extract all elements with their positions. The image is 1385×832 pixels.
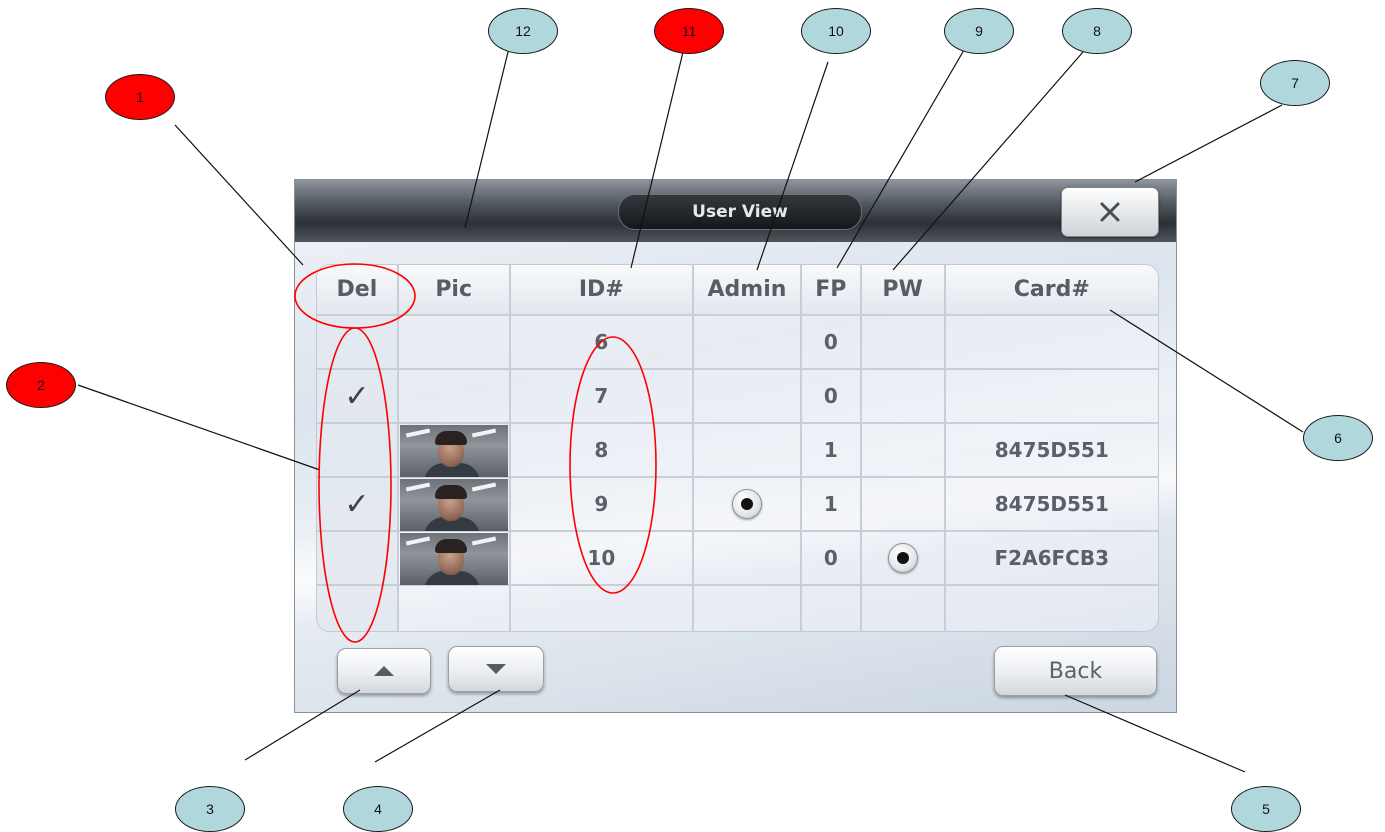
scroll-down-button[interactable] [448,646,544,692]
user-photo [399,533,508,585]
card-number-cell [945,316,1158,370]
del-checkbox-cell[interactable] [317,316,399,370]
table-row[interactable]: ✓ 7 0 [317,370,1158,424]
callout-9: 9 [944,8,1014,54]
card-number-cell: F2A6FCB3 [945,532,1158,586]
callout-6: 6 [1303,415,1373,461]
header-pw[interactable]: PW [861,265,946,316]
window-title: User View [618,194,862,230]
admin-cell [694,532,802,586]
table-row[interactable]: 60 [317,316,1158,370]
del-checkbox-cell[interactable]: ✓ [317,478,399,532]
password-cell [861,478,946,532]
del-checkbox-cell[interactable] [317,532,399,586]
admin-cell [694,370,802,424]
checkmark-icon: ✓ [344,486,370,522]
user-id-cell: 7 [510,370,695,424]
password-cell [861,424,946,478]
header-fp[interactable]: FP [801,265,862,316]
admin-cell [694,586,802,631]
card-number-cell: 8475D551 [945,478,1158,532]
close-icon [1100,202,1120,222]
user-photo [399,479,508,531]
user-photo-cell [398,424,511,478]
checkmark-icon: ✓ [344,378,370,414]
arrow-up-icon [374,666,394,676]
leader-line-2 [77,384,321,471]
card-number-cell [945,370,1158,424]
user-id-cell: 10 [510,532,695,586]
leader-line-1 [174,124,304,266]
user-photo-cell [398,316,511,370]
user-id-cell: 6 [510,316,695,370]
del-checkbox-cell[interactable] [317,424,399,478]
user-id-cell: 8 [510,424,695,478]
admin-cell [694,424,802,478]
admin-cell [694,316,802,370]
user-photo-cell [398,532,511,586]
user-id-cell [511,586,695,631]
callout-11: 11 [654,8,724,54]
fingerprint-count-cell: 1 [801,424,862,478]
header-card[interactable]: Card# [945,265,1158,316]
user-table: Del Pic ID# Admin FP PW Card# 6 0 ✓ 7 0 8 1 847… [316,264,1159,632]
card-number-cell: 8475D551 [945,424,1158,478]
header-admin[interactable]: Admin [694,265,802,316]
callout-2: 2 [6,362,76,408]
password-cell [861,532,946,586]
password-indicator-icon [887,543,918,573]
arrow-down-icon [486,664,506,674]
table-row[interactable] [317,586,1158,631]
fingerprint-count-cell: 0 [801,532,862,586]
table-row[interactable]: 10 0 F2A6FCB3 [317,532,1158,586]
callout-7: 7 [1260,60,1330,106]
user-photo [399,425,508,477]
back-button[interactable]: Back [994,646,1157,696]
fingerprint-count-cell [802,586,862,631]
del-checkbox-cell[interactable] [317,586,399,631]
fingerprint-count-cell: 0 [801,316,862,370]
fingerprint-count-cell: 0 [801,370,862,424]
callout-3: 3 [175,786,245,832]
callout-1: 1 [105,74,175,120]
leader-line-7 [1134,104,1283,183]
admin-indicator-icon [731,489,762,519]
header-id[interactable]: ID# [510,265,695,316]
callout-8: 8 [1062,8,1132,54]
callout-12: 12 [488,8,558,54]
scroll-up-button[interactable] [337,648,431,694]
header-del[interactable]: Del [317,265,399,316]
password-cell [861,370,946,424]
table-row[interactable]: ✓ 9 1 8475D551 [317,478,1158,532]
callout-4: 4 [343,786,413,832]
del-checkbox-cell[interactable]: ✓ [317,370,399,424]
header-pic[interactable]: Pic [398,265,511,316]
user-photo-cell [398,478,511,532]
user-view-screen: User View Del Pic ID# Admin FP PW Card# … [294,179,1177,713]
user-id-cell: 9 [510,478,695,532]
callout-5: 5 [1231,786,1301,832]
title-bar: User View [295,180,1176,242]
close-button[interactable] [1061,187,1159,237]
user-photo-cell [398,370,511,424]
table-header-row: Del Pic ID# Admin FP PW Card# [317,265,1158,316]
fingerprint-count-cell: 1 [801,478,862,532]
user-photo-cell [399,586,511,631]
password-cell [862,586,946,631]
admin-cell [694,478,802,532]
callout-10: 10 [801,8,871,54]
table-row[interactable]: 8 1 8475D551 [317,424,1158,478]
password-cell [861,316,946,370]
card-number-cell [946,586,1158,631]
